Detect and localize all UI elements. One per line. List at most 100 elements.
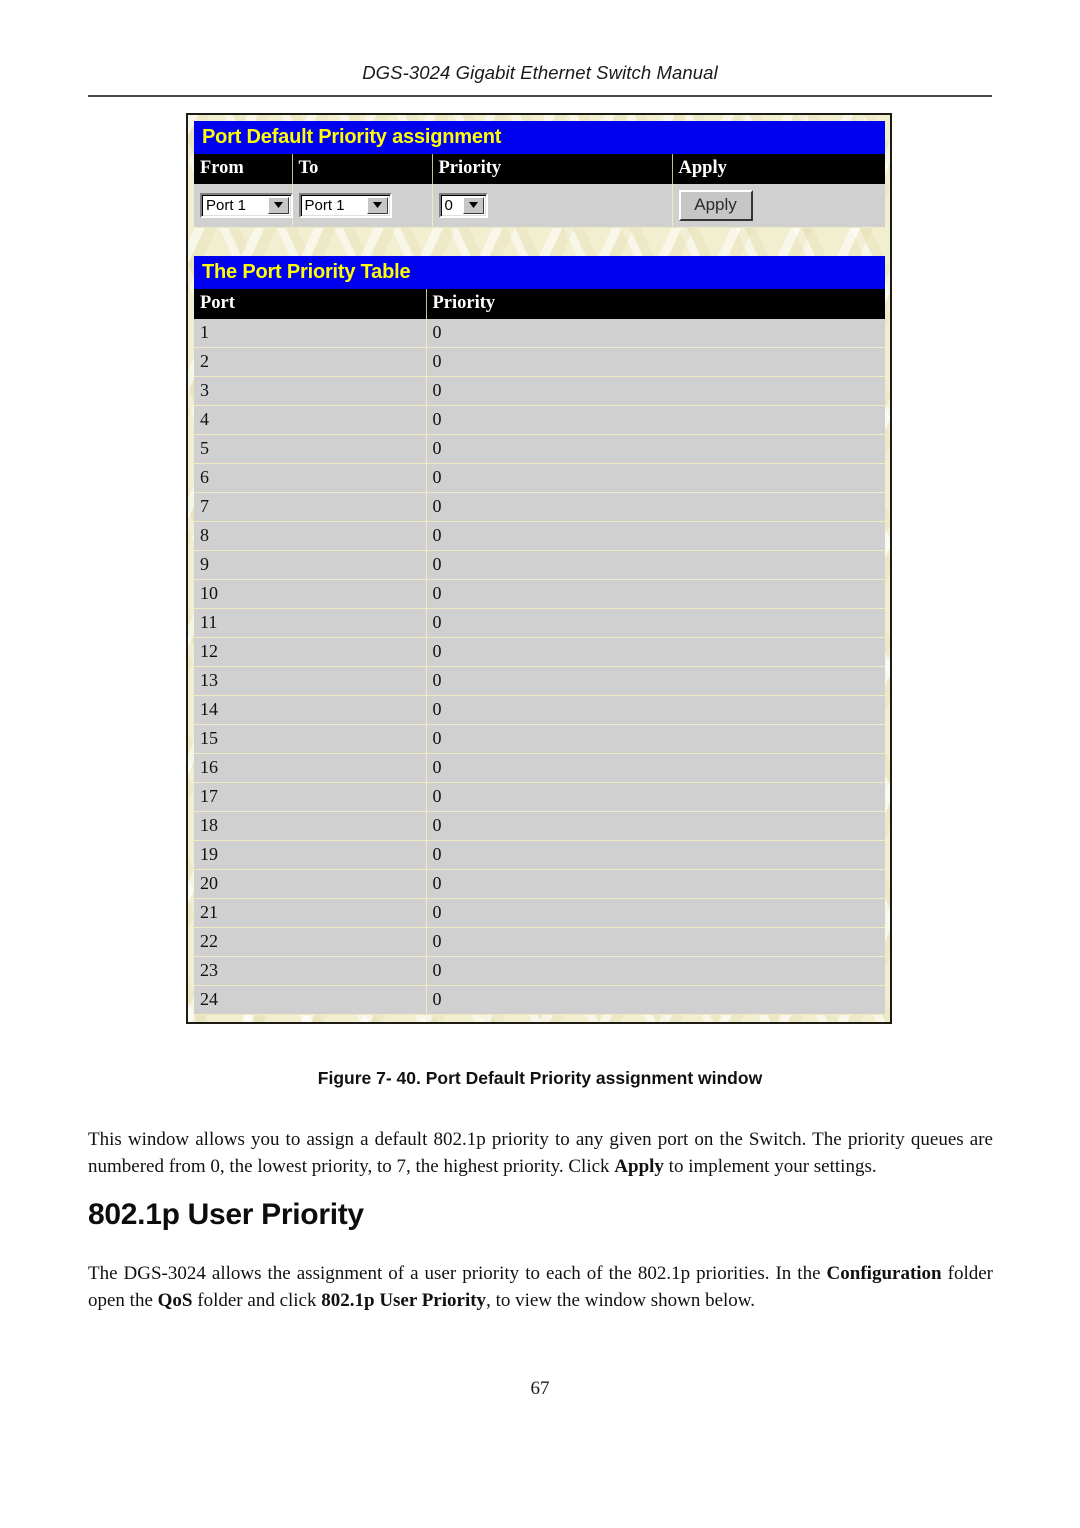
table-row: 20 bbox=[194, 347, 885, 377]
port-cell: 6 bbox=[194, 463, 427, 493]
priority-table-title: The Port Priority Table bbox=[194, 256, 885, 289]
paragraph-2-text-3: folder and click bbox=[192, 1289, 322, 1311]
port-priority-table-body: 1 0 2 0 3 0 4 0 5 0 6 0 7 0 8 0 9 0 10 0 11 0 12 0 13 0 14 0 15 0 16 0 1… bbox=[194, 319, 885, 1015]
port-cell: 12 bbox=[194, 637, 427, 667]
assignment-form-table: From To Priority Apply Port 1 Port 1 0 A… bbox=[194, 154, 885, 228]
port-cell: 20 bbox=[194, 869, 427, 899]
priority-cell: 0 bbox=[426, 724, 885, 754]
port-cell: 24 bbox=[194, 985, 427, 1015]
to-port-select[interactable]: Port 1 bbox=[298, 192, 392, 218]
port-cell: 14 bbox=[194, 695, 427, 725]
table-row: 80 bbox=[194, 521, 885, 551]
port-cell: 17 bbox=[194, 782, 427, 812]
paragraph-1-bold-apply: Apply bbox=[614, 1155, 664, 1177]
port-cell: 22 bbox=[194, 927, 427, 957]
header-divider bbox=[88, 95, 992, 97]
table-row: 21 0 bbox=[194, 898, 885, 928]
port-cell: 9 bbox=[194, 550, 427, 580]
paragraph-user-priority: The DGS-3024 allows the assignment of a … bbox=[88, 1261, 993, 1315]
priority-select[interactable]: 0 bbox=[438, 192, 488, 218]
priority-cell: 0 bbox=[426, 347, 885, 377]
paragraph-2-text-4: , to view the window shown below. bbox=[486, 1289, 756, 1311]
port-priority-table: Port Priority 1 0 2 0 3 0 4 0 5 0 6 0 7 0 8 0 9 0 10 0 11 0 12… bbox=[194, 289, 885, 1015]
assignment-form-row: Port 1 Port 1 0 Apply bbox=[194, 184, 885, 228]
chevron-down-icon[interactable] bbox=[462, 196, 484, 214]
port-cell: 11 bbox=[194, 608, 427, 638]
priority-table-header-row: Port Priority bbox=[194, 289, 885, 319]
table-row: 15 0 bbox=[194, 724, 885, 754]
table-row: 11 0 bbox=[194, 608, 885, 638]
table-row: 10 0 bbox=[194, 579, 885, 609]
page-title: 802.1p User Priority bbox=[88, 1198, 364, 1232]
port-cell: 13 bbox=[194, 666, 427, 696]
priority-cell: 0 bbox=[426, 985, 885, 1015]
port-cell: 3 bbox=[194, 376, 427, 406]
priority-cell: 0 bbox=[426, 608, 885, 638]
page-number: 67 bbox=[530, 1378, 550, 1399]
port-cell: 5 bbox=[194, 434, 427, 464]
column-header-port: Port bbox=[194, 289, 427, 319]
table-row: 18 0 bbox=[194, 811, 885, 841]
table-row: 40 bbox=[194, 405, 885, 435]
priority-cell: 0 bbox=[426, 927, 885, 957]
port-cell: 1 bbox=[194, 319, 427, 348]
port-cell: 23 bbox=[194, 956, 427, 986]
table-row: 30 bbox=[194, 376, 885, 406]
table-row: 16 0 bbox=[194, 753, 885, 783]
port-cell: 8 bbox=[194, 521, 427, 551]
table-row: 90 bbox=[194, 550, 885, 580]
table-row: 24 0 bbox=[194, 985, 885, 1015]
table-row: 13 0 bbox=[194, 666, 885, 696]
priority-cell: 0 bbox=[426, 898, 885, 928]
table-row: 60 bbox=[194, 463, 885, 493]
paragraph-2-bold-configuration: Configuration bbox=[826, 1263, 942, 1284]
priority-cell: 0 bbox=[426, 492, 885, 522]
priority-cell: 0 bbox=[426, 956, 885, 986]
embedded-screenshot: Port Default Priority assignment From To… bbox=[186, 113, 892, 1024]
port-cell: 10 bbox=[194, 579, 427, 609]
priority-cell: 0 bbox=[426, 550, 885, 580]
figure-caption: Figure 7- 40. Port Default Priority assi… bbox=[317, 1068, 763, 1088]
from-port-select[interactable]: Port 1 bbox=[200, 192, 293, 218]
port-cell: 4 bbox=[194, 405, 427, 435]
priority-cell: 0 bbox=[426, 782, 885, 812]
port-default-priority-assignment-panel: Port Default Priority assignment From To… bbox=[194, 121, 885, 228]
paragraph-2-bold-user-priority: 802.1p User Priority bbox=[321, 1289, 487, 1311]
running-header: DGS-3024 Gigabit Ethernet Switch Manual bbox=[362, 62, 718, 83]
port-priority-table-panel: The Port Priority Table Port Priority 10… bbox=[194, 256, 885, 1015]
table-row: 10 bbox=[194, 319, 885, 348]
priority-cell: 0 bbox=[426, 811, 885, 841]
priority-cell: 0 bbox=[426, 434, 885, 464]
port-cell: 16 bbox=[194, 753, 427, 783]
port-cell: 18 bbox=[194, 811, 427, 841]
table-row: 50 bbox=[194, 434, 885, 464]
priority-select-value: 0 bbox=[444, 196, 453, 214]
priority-cell: 0 bbox=[426, 463, 885, 493]
column-header-from: From bbox=[194, 154, 293, 184]
table-row: 22 0 bbox=[194, 927, 885, 957]
from-port-select-value: Port 1 bbox=[206, 196, 247, 214]
table-row: 17 0 bbox=[194, 782, 885, 812]
from-cell: Port 1 bbox=[194, 184, 293, 228]
column-header-priority: Priority bbox=[432, 154, 673, 184]
priority-cell: 0 bbox=[426, 579, 885, 609]
priority-cell: 0 bbox=[426, 695, 885, 725]
priority-cell: 0 bbox=[426, 637, 885, 667]
paragraph-1-text-2: to implement your settings. bbox=[663, 1155, 877, 1177]
priority-cell: 0 bbox=[426, 319, 885, 348]
port-cell: 7 bbox=[194, 492, 427, 522]
chevron-down-icon[interactable] bbox=[268, 196, 289, 214]
table-row: 20 0 bbox=[194, 869, 885, 899]
to-cell: Port 1 bbox=[292, 184, 433, 228]
apply-cell: Apply bbox=[672, 184, 885, 228]
apply-button[interactable]: Apply bbox=[678, 189, 753, 221]
paragraph-2-text-1: The DGS-3024 allows the assignment of a … bbox=[88, 1263, 827, 1284]
chevron-down-icon[interactable] bbox=[366, 196, 388, 214]
column-header-apply: Apply bbox=[672, 154, 885, 184]
priority-cell: 0 bbox=[426, 376, 885, 406]
port-cell: 19 bbox=[194, 840, 427, 870]
priority-cell: 0 bbox=[426, 521, 885, 551]
table-row: 70 bbox=[194, 492, 885, 522]
table-row: 14 0 bbox=[194, 695, 885, 725]
port-cell: 2 bbox=[194, 347, 427, 377]
